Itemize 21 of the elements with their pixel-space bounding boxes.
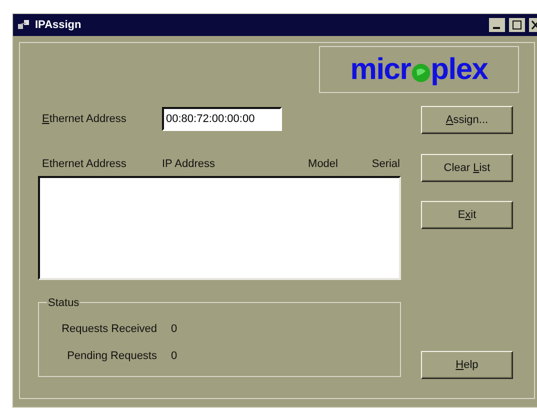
status-value: 0 xyxy=(171,322,178,337)
ethernet-address-field[interactable]: 00:80:72:00:00:00 xyxy=(162,107,282,131)
column-header: IP Address xyxy=(162,157,216,172)
status-value: 0 xyxy=(171,348,178,364)
minimize-icon[interactable] xyxy=(489,18,505,32)
field-label: Ethernet Address xyxy=(42,112,128,127)
dialog-button[interactable]: Assign... xyxy=(421,106,513,134)
network-icon xyxy=(17,18,31,32)
column-header: Model xyxy=(307,157,338,172)
maximize-icon[interactable] xyxy=(509,18,525,32)
status-label: Requests Received xyxy=(60,322,157,337)
column-header: Ethernet Address xyxy=(41,157,128,172)
dialog-button[interactable]: Clear List xyxy=(421,154,513,182)
globe-icon xyxy=(410,62,431,82)
column-header: Serial xyxy=(370,157,400,172)
window-title: IPAssign xyxy=(35,18,82,33)
dialog-button[interactable]: Help xyxy=(421,351,513,379)
list-box[interactable] xyxy=(38,176,401,280)
dialog-button[interactable]: Exit xyxy=(421,201,513,229)
logo-text: micr plex xyxy=(350,52,488,88)
status-label: Pending Requests xyxy=(66,348,157,364)
